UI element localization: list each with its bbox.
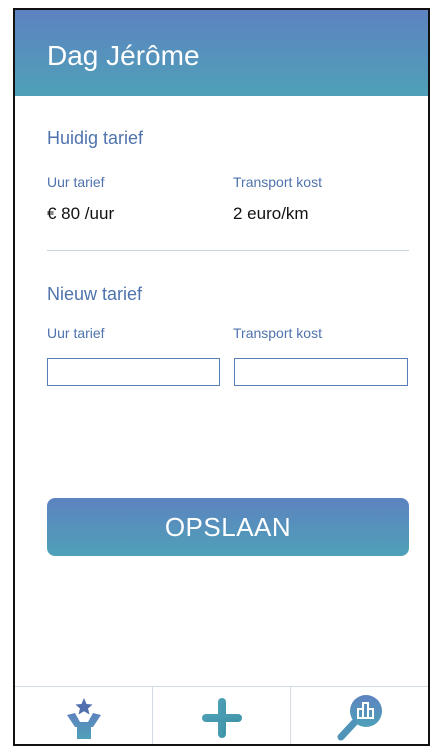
search-chart-icon: [333, 691, 387, 744]
page-title: Dag Jérôme: [47, 40, 200, 71]
new-rate-title: Nieuw tarief: [47, 284, 143, 304]
current-transport-label: Transport kost: [233, 174, 322, 190]
header-bar: Dag Jérôme: [15, 10, 428, 96]
app-frame: Dag Jérôme Huidig tarief Uur tarief Tran…: [13, 8, 430, 746]
tab-profile[interactable]: [15, 687, 152, 744]
current-rate-title: Huidig tarief: [47, 128, 144, 148]
save-button[interactable]: OPSLAAN: [47, 498, 409, 556]
person-star-icon: [61, 695, 107, 741]
plus-icon: [198, 694, 246, 742]
new-transport-label: Transport kost: [233, 325, 322, 341]
current-hourly-value: € 80 /uur: [47, 204, 115, 223]
new-transport-input[interactable]: [234, 358, 408, 386]
tab-add[interactable]: [152, 687, 290, 744]
tab-bar: [15, 686, 428, 744]
section-divider: [47, 250, 409, 251]
tab-search-stats[interactable]: [290, 687, 428, 744]
new-hourly-label: Uur tarief: [47, 325, 105, 341]
current-transport-value: 2 euro/km: [233, 204, 309, 223]
current-hourly-label: Uur tarief: [47, 174, 105, 190]
new-hourly-input[interactable]: [47, 358, 220, 386]
